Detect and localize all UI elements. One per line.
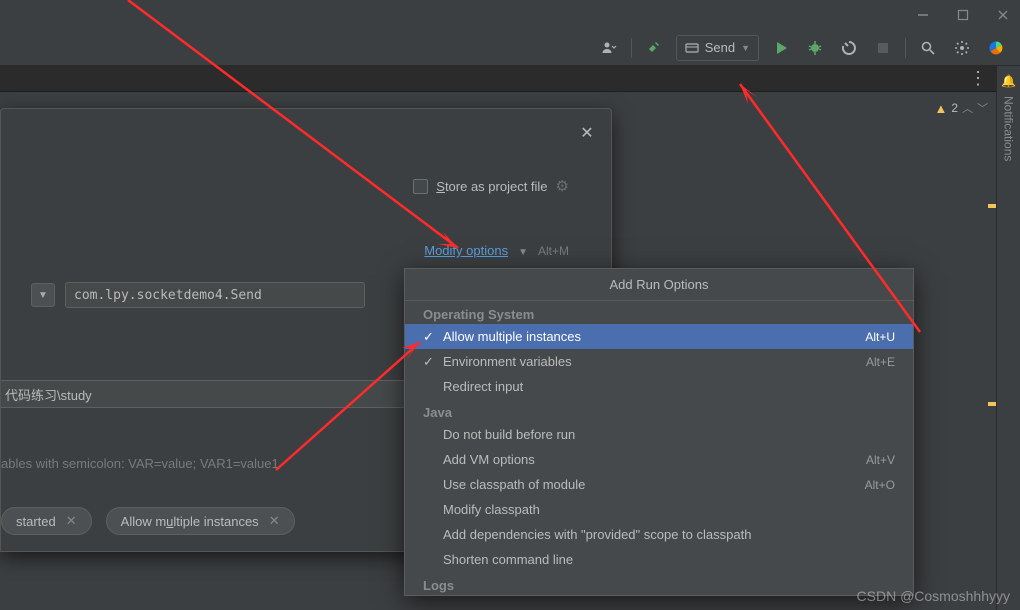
popup-item-shortcut: Alt+E (866, 355, 895, 369)
popup-section-java: Java (405, 399, 913, 422)
gutter-mark[interactable] (988, 204, 996, 208)
popup-item-label: Environment variables (443, 354, 866, 369)
check-icon: ✓ (423, 354, 443, 370)
coverage-button[interactable] (837, 36, 861, 60)
popup-item-label: Add dependencies with "provided" scope t… (423, 527, 895, 542)
window-close-button[interactable] (994, 6, 1012, 24)
popup-item-redirect-input[interactable]: Redirect input (405, 374, 913, 399)
popup-item-label: Do not build before run (423, 427, 895, 442)
modify-options-link[interactable]: Modify options (424, 243, 508, 258)
module-selector-caret[interactable]: ▼ (31, 283, 55, 307)
build-hammer-icon[interactable] (642, 36, 666, 60)
toolbar-separator (905, 38, 906, 58)
run-config-label: Send (705, 40, 735, 55)
watermark: CSDN @Cosmoshhhyyy (857, 588, 1010, 604)
store-project-gear-icon[interactable]: ⚙ (556, 177, 569, 195)
warning-count: 2 (951, 101, 958, 115)
popup-item-shortcut: Alt+O (865, 478, 895, 492)
popup-item-modify-classpath[interactable]: Modify classpath (405, 497, 913, 522)
popup-item-label: Use classpath of module (423, 477, 865, 492)
popup-item-shortcut: Alt+V (866, 453, 895, 467)
chip-label: started (16, 514, 56, 529)
main-class-field[interactable]: com.lpy.socketdemo4.Send (65, 282, 365, 308)
run-config-selector[interactable]: Send ▼ (676, 35, 759, 61)
store-project-label: Store as project file (436, 179, 547, 194)
close-icon[interactable]: ✕ (577, 123, 597, 143)
chevron-down-icon: ▼ (518, 247, 528, 258)
inspection-summary[interactable]: ▲ 2 ︿ ﹀ (934, 100, 988, 116)
chip-allow-multiple[interactable]: Allow multiple instances ✕ (106, 507, 295, 535)
window-minimize-button[interactable] (914, 6, 932, 24)
popup-item-no-build[interactable]: Do not build before run (405, 422, 913, 447)
popup-item-label: Add VM options (423, 452, 866, 467)
caret-down-icon: ▼ (741, 43, 750, 53)
prev-highlight-icon[interactable]: ﹀ (977, 100, 988, 116)
add-run-options-popup: Add Run Options Operating System ✓ Allow… (404, 268, 914, 596)
popup-item-label: Redirect input (443, 379, 895, 394)
popup-item-env-vars[interactable]: ✓ Environment variables Alt+E (405, 349, 913, 374)
run-button[interactable] (769, 36, 793, 60)
run-config-icon (685, 41, 699, 55)
window-maximize-button[interactable] (954, 6, 972, 24)
user-dropdown-icon[interactable] (597, 36, 621, 60)
popup-item-label: Allow multiple instances (443, 329, 865, 344)
store-project-checkbox[interactable] (413, 179, 428, 194)
popup-item-use-classpath[interactable]: Use classpath of module Alt+O (405, 472, 913, 497)
editor-tab-strip: ⋮ (0, 66, 996, 92)
popup-item-label: Modify classpath (423, 502, 895, 517)
toolbar-separator (631, 38, 632, 58)
popup-item-provided-scope[interactable]: Add dependencies with "provided" scope t… (405, 522, 913, 547)
notifications-label[interactable]: Notifications (1002, 96, 1016, 161)
popup-item-shortcut: Alt+U (865, 330, 895, 344)
store-as-project-row: Store as project file ⚙ (1, 177, 587, 195)
popup-title: Add Run Options (405, 269, 913, 301)
check-icon: ✓ (423, 329, 443, 345)
more-actions-icon[interactable]: ⋮ (969, 68, 986, 89)
chip-started[interactable]: started ✕ (1, 507, 92, 535)
settings-gear-icon[interactable] (950, 36, 974, 60)
search-icon[interactable] (916, 36, 940, 60)
next-highlight-icon[interactable]: ︿ (962, 100, 973, 116)
warning-icon: ▲ (934, 101, 947, 116)
notifications-bell-icon[interactable]: 🔔 (1001, 74, 1016, 88)
popup-item-shorten-cmd[interactable]: Shorten command line (405, 547, 913, 572)
popup-item-label: Shorten command line (423, 552, 895, 567)
chip-label: Allow multiple instances (121, 514, 259, 529)
popup-section-logs: Logs (405, 572, 913, 595)
brand-icon[interactable] (984, 36, 1008, 60)
chip-remove-icon[interactable]: ✕ (66, 513, 77, 529)
modify-options-shortcut: Alt+M (538, 244, 569, 258)
debug-button[interactable] (803, 36, 827, 60)
stop-button[interactable] (871, 36, 895, 60)
modify-options-row: Modify options ▼ Alt+M (1, 243, 587, 258)
popup-section-os: Operating System (405, 301, 913, 324)
popup-item-allow-multiple[interactable]: ✓ Allow multiple instances Alt+U (405, 324, 913, 349)
popup-item-vm-options[interactable]: Add VM options Alt+V (405, 447, 913, 472)
right-gutter: 🔔 Notifications (996, 66, 1020, 610)
chip-remove-icon[interactable]: ✕ (269, 513, 280, 529)
window-titlebar (0, 0, 1020, 30)
gutter-mark[interactable] (988, 402, 996, 406)
main-toolbar: Send ▼ (0, 30, 1020, 66)
